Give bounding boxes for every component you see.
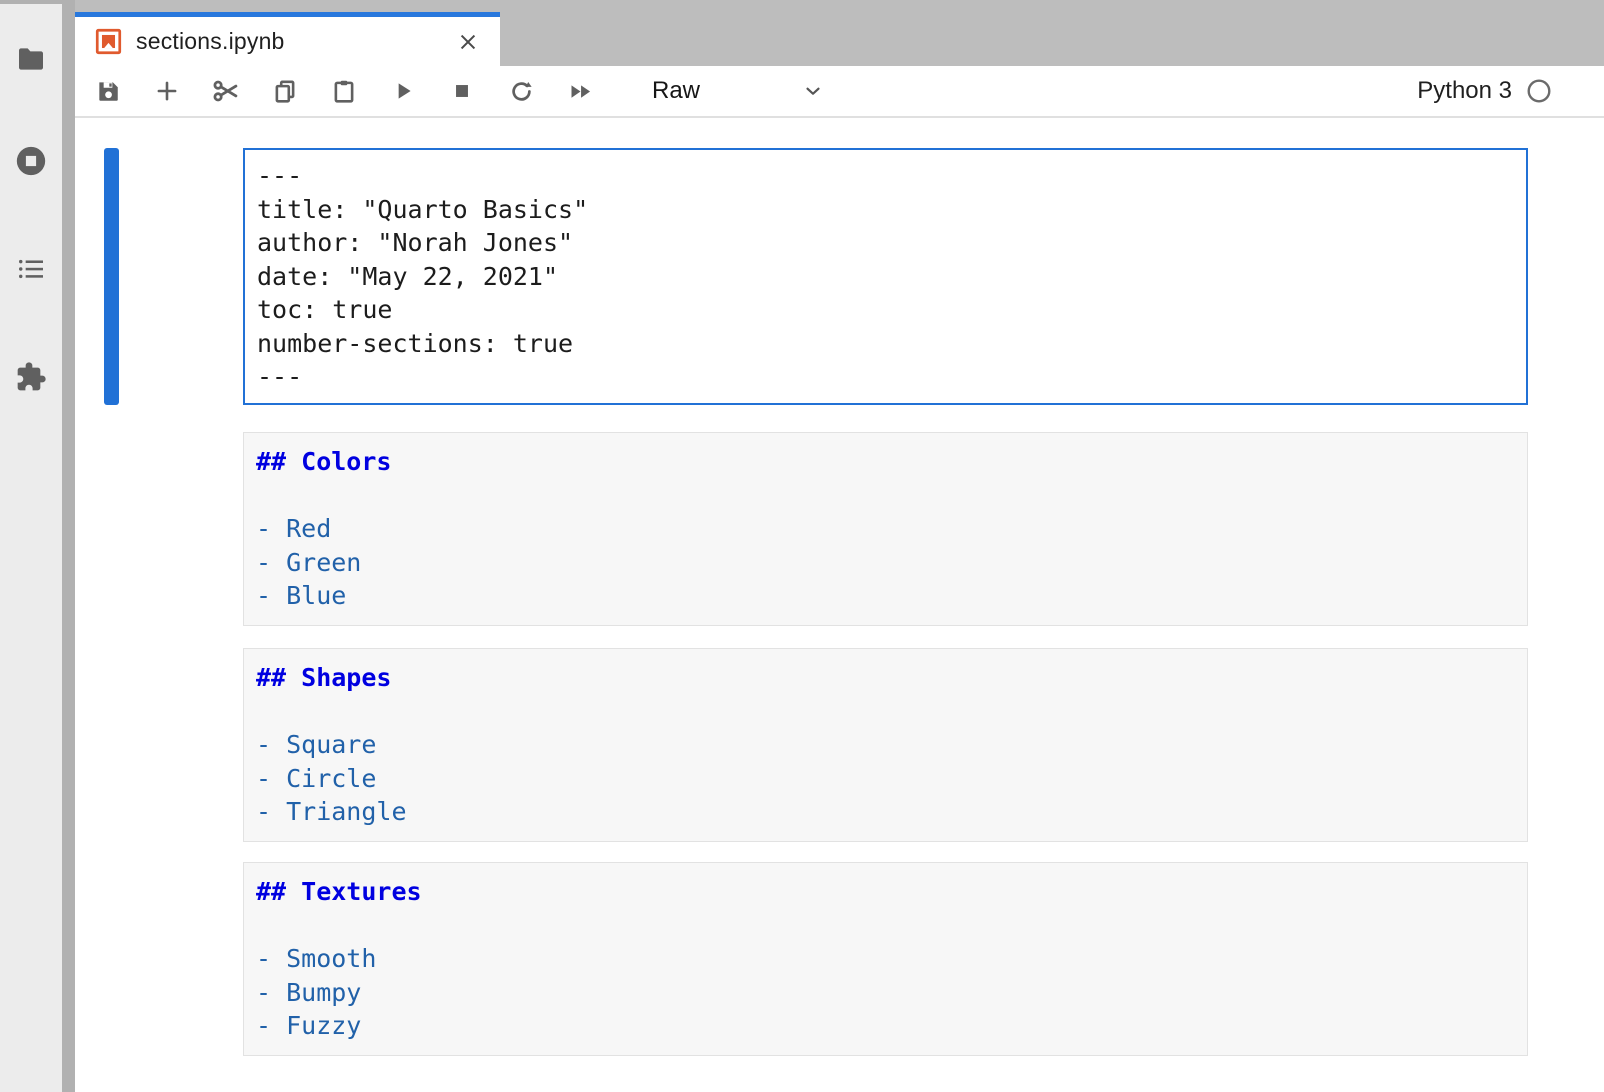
close-icon[interactable] bbox=[454, 28, 482, 56]
blank-line[interactable] bbox=[256, 695, 1515, 729]
blank-line[interactable] bbox=[256, 479, 1515, 513]
markdown-heading[interactable]: ## Shapes bbox=[256, 661, 1515, 695]
sidebar-item-running-kernels[interactable] bbox=[0, 131, 62, 191]
stop-button[interactable] bbox=[439, 69, 485, 113]
tab-title: sections.ipynb bbox=[136, 28, 446, 55]
save-button[interactable] bbox=[85, 69, 131, 113]
copy-icon[interactable] bbox=[262, 69, 308, 113]
markdown-cell-colors[interactable]: ## Colors - Red - Green - Blue bbox=[243, 432, 1528, 626]
notebook-toolbar: Raw Python 3 bbox=[75, 66, 1604, 118]
markdown-heading[interactable]: ## Textures bbox=[256, 875, 1515, 909]
jupyterlab-window: sections.ipynb bbox=[0, 0, 1604, 1092]
cell-type-value: Raw bbox=[652, 77, 700, 105]
markdown-list-item[interactable]: - Smooth bbox=[256, 942, 1515, 976]
tab-sections-ipynb[interactable]: sections.ipynb bbox=[75, 12, 500, 66]
markdown-list-item[interactable]: - Bumpy bbox=[256, 976, 1515, 1010]
raw-cell-editor[interactable]: --- title: "Quarto Basics" author: "Nora… bbox=[243, 148, 1528, 405]
code-line[interactable]: --- bbox=[257, 360, 1514, 394]
restart-kernel-button[interactable] bbox=[498, 69, 544, 113]
run-button[interactable] bbox=[380, 69, 426, 113]
activity-sidebar bbox=[0, 4, 62, 1092]
markdown-list-item[interactable]: - Red bbox=[256, 512, 1515, 546]
sidebar-item-extensions[interactable] bbox=[0, 347, 62, 407]
notebook-panel: --- title: "Quarto Basics" author: "Nora… bbox=[75, 118, 1604, 1092]
kernel-name: Python 3 bbox=[1417, 77, 1512, 105]
blank-line[interactable] bbox=[256, 909, 1515, 943]
insert-cell-button[interactable] bbox=[144, 69, 190, 113]
code-line[interactable]: toc: true bbox=[257, 293, 1514, 327]
sidebar-divider bbox=[62, 0, 75, 1092]
dock-tab-bar: sections.ipynb bbox=[75, 0, 1604, 66]
markdown-list-item[interactable]: - Blue bbox=[256, 579, 1515, 613]
kernel-indicator[interactable]: Python 3 bbox=[1417, 77, 1604, 105]
code-line[interactable]: --- bbox=[257, 159, 1514, 193]
markdown-heading[interactable]: ## Colors bbox=[256, 445, 1515, 479]
sidebar-item-file-browser[interactable] bbox=[0, 29, 62, 89]
folder-icon bbox=[15, 43, 47, 75]
cell-type-dropdown[interactable]: Raw bbox=[652, 71, 824, 111]
stop-circle-icon bbox=[14, 144, 48, 178]
list-icon bbox=[15, 253, 47, 285]
puzzle-icon bbox=[15, 361, 47, 393]
markdown-list-item[interactable]: - Triangle bbox=[256, 795, 1515, 829]
markdown-list-item[interactable]: - Square bbox=[256, 728, 1515, 762]
code-line[interactable]: date: "May 22, 2021" bbox=[257, 260, 1514, 294]
chevron-down-icon bbox=[802, 80, 824, 102]
markdown-list-item[interactable]: - Green bbox=[256, 546, 1515, 580]
markdown-cell-textures[interactable]: ## Textures - Smooth - Bumpy - Fuzzy bbox=[243, 862, 1528, 1056]
kernel-idle-circle-icon bbox=[1526, 78, 1552, 104]
cut-icon[interactable] bbox=[203, 69, 249, 113]
markdown-cell-shapes[interactable]: ## Shapes - Square - Circle - Triangle bbox=[243, 648, 1528, 842]
code-line[interactable]: author: "Norah Jones" bbox=[257, 226, 1514, 260]
paste-icon[interactable] bbox=[321, 69, 367, 113]
notebook-icon bbox=[95, 28, 122, 55]
run-all-button[interactable] bbox=[557, 69, 603, 113]
code-line[interactable]: number-sections: true bbox=[257, 327, 1514, 361]
sidebar-item-table-of-contents[interactable] bbox=[0, 239, 62, 299]
markdown-list-item[interactable]: - Circle bbox=[256, 762, 1515, 796]
active-cell-collapser[interactable] bbox=[104, 148, 119, 405]
markdown-list-item[interactable]: - Fuzzy bbox=[256, 1009, 1515, 1043]
code-line[interactable]: title: "Quarto Basics" bbox=[257, 193, 1514, 227]
